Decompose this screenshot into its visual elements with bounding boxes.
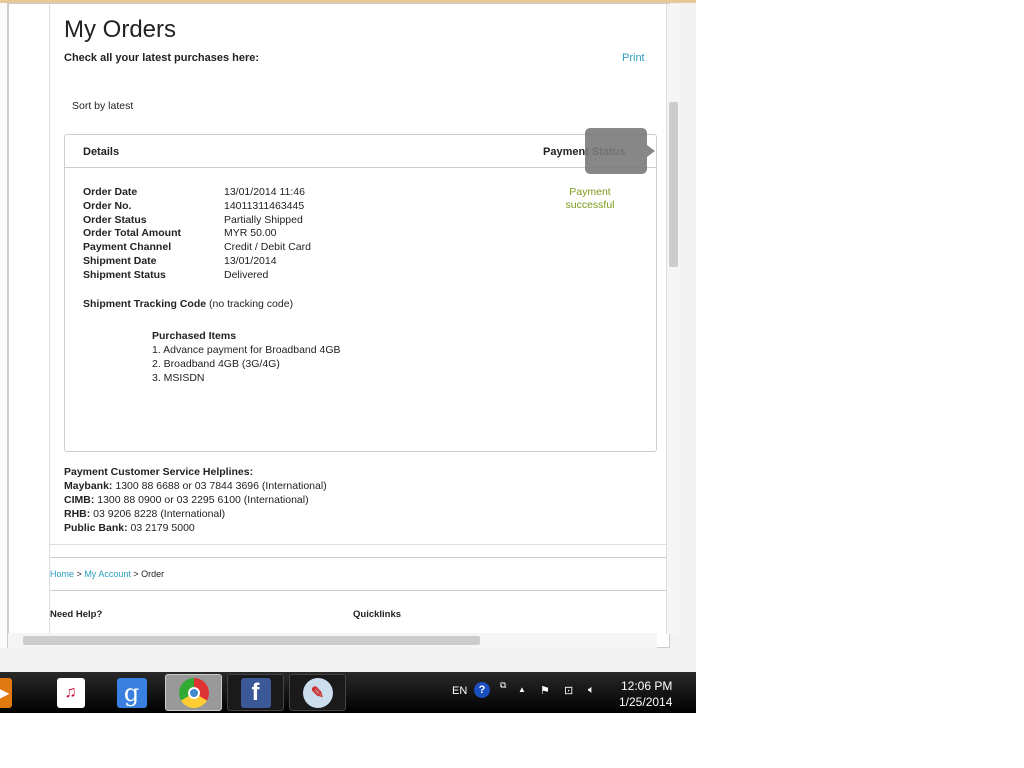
list-item: 1. Advance payment for Broadband 4GB: [152, 344, 341, 356]
detail-row: Payment Channel Credit / Debit Card: [83, 241, 311, 255]
bank-phone: 03 9206 8228 (International): [90, 508, 226, 520]
horizontal-scrollbar[interactable]: [8, 633, 657, 648]
popup-window: My Orders Check all your latest purchase…: [8, 3, 680, 648]
detail-row: Shipment Status Delivered: [83, 269, 311, 283]
list-item: 2. Broadband 4GB (3G/4G): [152, 358, 280, 370]
detail-label: Shipment Date: [83, 254, 157, 267]
window-switch-icon[interactable]: ⧉: [500, 680, 506, 691]
detail-value: Credit / Debit Card: [224, 241, 311, 254]
detail-label: Shipment Status: [83, 268, 166, 281]
show-hidden-icons-icon[interactable]: ▲: [518, 685, 526, 694]
detail-row: Shipment Date 13/01/2014: [83, 255, 311, 269]
detail-value: Partially Shipped: [224, 213, 303, 226]
detail-label: Order No.: [83, 199, 132, 212]
sort-selector[interactable]: Sort by latest: [72, 100, 133, 112]
purchased-items-title: Purchased Items: [152, 330, 237, 342]
tracking-code: Shipment Tracking Code (no tracking code…: [83, 298, 293, 310]
clock-time[interactable]: 12:06 PM: [621, 679, 672, 693]
scrollbar-thumb[interactable]: [23, 636, 480, 645]
order-details: Order Date 13/01/2014 11:46 Order No. 1401…: [83, 186, 311, 283]
detail-value: MYR 50.00: [224, 227, 277, 240]
volume-icon[interactable]: 🔈︎: [588, 684, 595, 697]
music-app-button[interactable]: ♫: [42, 674, 99, 711]
print-link[interactable]: Print: [622, 52, 645, 64]
helplines-title: Payment Customer Service Helplines:: [64, 466, 254, 478]
details-header: Details: [83, 146, 120, 158]
detail-label: Order Status: [83, 213, 147, 226]
paint-palette-icon: ✎: [302, 677, 333, 708]
bank-name: Public Bank:: [64, 522, 128, 534]
chrome-icon: [178, 677, 209, 708]
detail-row: Order Date 13/01/2014 11:46: [83, 186, 311, 200]
help-icon[interactable]: ?: [474, 682, 490, 698]
breadcrumb-separator: >: [76, 569, 82, 579]
media-player-button[interactable]: ▶: [0, 674, 15, 711]
clock-date[interactable]: 1/25/2014: [619, 695, 672, 709]
tracking-value: (no tracking code): [209, 298, 294, 310]
detail-label: Payment Channel: [83, 241, 172, 254]
cursor-tooltip: [585, 128, 647, 174]
bank-name: Maybank:: [64, 480, 113, 492]
divider: [50, 557, 667, 558]
bank-phone: 1300 88 0900 or 03 2295 6100 (Internatio…: [94, 494, 309, 506]
taskbar: ▶ ♫ g f ✎ EN ? ⧉ ▲ ⚑ ⊡ 🔈︎ 12:06 PM 1/25/…: [0, 672, 696, 713]
detail-label: Order Date: [83, 186, 138, 198]
tooltip-arrow: [647, 145, 655, 157]
left-panel-edge: [0, 3, 8, 648]
bank-name: RHB:: [64, 508, 91, 520]
detail-row: Order No. 14011311463445: [83, 200, 311, 214]
order-card-header: Details Payment Status: [65, 135, 656, 168]
helpline: Maybank: 1300 88 6688 or 03 7844 3696 (I…: [64, 479, 327, 493]
breadcrumb-home[interactable]: Home: [50, 569, 74, 579]
chrome-button[interactable]: [165, 674, 222, 711]
detail-value: Delivered: [224, 268, 269, 281]
paint-button[interactable]: ✎: [289, 674, 346, 711]
detail-value: 13/01/2014 11:46: [224, 186, 305, 198]
vertical-scrollbar[interactable]: [666, 4, 680, 634]
helpline: RHB: 03 9206 8228 (International): [64, 507, 327, 521]
detail-label: Order Total Amount: [83, 227, 181, 240]
page-subtitle: Check all your latest purchases here:: [64, 52, 260, 64]
facebook-button[interactable]: f: [227, 674, 284, 711]
detail-value: 14011311463445: [224, 199, 305, 212]
breadcrumb-separator: >: [133, 569, 139, 579]
tracking-label: Shipment Tracking Code: [83, 298, 207, 310]
divider: [50, 590, 667, 591]
page-title: My Orders: [64, 16, 177, 43]
bank-phone: 1300 88 6688 or 03 7844 3696 (Internatio…: [112, 480, 327, 492]
scrollbar-thumb[interactable]: [669, 102, 678, 267]
quicklinks-heading: Quicklinks: [353, 609, 402, 620]
detail-row: Order Total Amount MYR 50.00: [83, 227, 311, 241]
bank-phone: 03 2179 5000: [127, 522, 195, 534]
detail-row: Order Status Partially Shipped: [83, 214, 311, 228]
breadcrumb: Home > My Account > Order: [50, 569, 164, 579]
order-content: My Orders Check all your latest purchase…: [49, 4, 667, 634]
divider: [50, 544, 667, 545]
helpline: CIMB: 1300 88 0900 or 03 2295 6100 (Inte…: [64, 493, 327, 507]
google-icon: g: [116, 677, 147, 708]
media-player-icon: ▶: [0, 677, 12, 708]
facebook-icon: f: [240, 677, 271, 708]
list-item: 3. MSISDN: [152, 372, 205, 384]
purchased-items: Purchased Items 1. Advance payment for B…: [152, 329, 341, 385]
google-button[interactable]: g: [103, 674, 160, 711]
bank-name: CIMB:: [64, 494, 95, 506]
network-icon[interactable]: ⊡: [564, 684, 573, 697]
helpline: Public Bank: 03 2179 5000: [64, 521, 327, 535]
breadcrumb-current: Order: [141, 569, 165, 579]
breadcrumb-my-account[interactable]: My Account: [84, 569, 131, 579]
detail-value: 13/01/2014: [224, 254, 277, 267]
headphones-icon: ♫: [56, 677, 85, 708]
language-indicator[interactable]: EN: [452, 685, 467, 697]
need-help-heading: Need Help?: [50, 609, 103, 620]
action-center-flag-icon[interactable]: ⚑: [540, 684, 550, 697]
helplines: Payment Customer Service Helplines: Mayb…: [64, 465, 327, 535]
order-card: Details Payment Status Order Date 13/01/2…: [64, 134, 657, 452]
payment-status-value: Payment successful: [565, 186, 615, 211]
